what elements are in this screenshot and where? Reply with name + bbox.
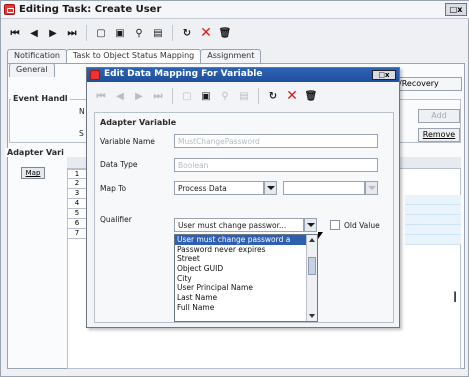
list-scrollbar[interactable] — [306, 235, 317, 321]
next-record-icon[interactable]: ▶ — [131, 88, 147, 104]
dialog-window-controls[interactable]: □x — [372, 70, 396, 80]
map-to-select[interactable]: Process Data — [174, 181, 264, 195]
table-row[interactable] — [405, 225, 461, 235]
tab-task-status-mapping[interactable]: Task to Object Status Mapping — [65, 49, 202, 63]
scroll-thumb[interactable] — [308, 257, 316, 275]
window-title-bar[interactable]: Editing Task: Create User □x — [1, 1, 469, 19]
qualifier-dropdown-list[interactable]: User must change password a Password nev… — [174, 234, 318, 322]
scroll-down-icon[interactable] — [309, 314, 315, 318]
row-number[interactable]: 6 — [67, 219, 87, 229]
row-number[interactable]: 5 — [67, 209, 87, 219]
outer-toolbar: ⏮ ◀ ▶ ⏭ ▢ ▣ ⚲ ▤ ↻ ✕ 🗑 — [7, 21, 233, 45]
qualifier-label: Qualifier — [100, 215, 132, 224]
remove-button[interactable]: Remove — [418, 128, 460, 142]
table-row[interactable] — [405, 205, 461, 215]
old-value-checkbox[interactable] — [330, 220, 340, 230]
variable-name-field[interactable]: MustChangePassword — [174, 134, 378, 148]
list-item[interactable]: Password never expires — [175, 245, 307, 255]
previous-record-icon[interactable]: ◀ — [26, 25, 42, 41]
map-button[interactable]: Map — [21, 167, 45, 179]
map-to-dropdown-arrow[interactable] — [264, 181, 277, 195]
delete-icon[interactable]: ✕ — [198, 25, 214, 41]
qualifier-select[interactable]: User must change passwor... — [174, 218, 304, 232]
data-type-field[interactable]: Boolean — [174, 158, 378, 172]
scroll-up-icon[interactable] — [309, 238, 315, 242]
map-to-secondary-select[interactable] — [283, 181, 365, 195]
dialog-title-bar[interactable]: Edit Data Mapping For Variable □x — [87, 68, 399, 82]
table-row[interactable] — [405, 195, 461, 205]
task-tabs: Notification Task to Object Status Mappi… — [7, 49, 262, 63]
previous-record-icon[interactable]: ◀ — [112, 88, 128, 104]
last-record-icon[interactable]: ⏭ — [64, 25, 80, 41]
delete-icon[interactable]: ✕ — [284, 88, 300, 104]
trash-icon[interactable]: 🗑 — [217, 25, 233, 41]
secondary-dropdown-arrow[interactable] — [365, 181, 378, 195]
toolbar-separator — [258, 88, 259, 104]
window-controls[interactable]: □x — [445, 3, 467, 16]
new-icon[interactable]: ▢ — [93, 25, 109, 41]
chevron-down-icon — [306, 223, 315, 227]
first-record-icon[interactable]: ⏮ — [7, 25, 23, 41]
list-item[interactable]: User must change password a — [175, 235, 307, 245]
row-number[interactable]: 4 — [67, 199, 87, 209]
row-number-column: 1 2 3 4 5 6 7 — [67, 169, 87, 239]
save-icon[interactable]: ▣ — [198, 88, 214, 104]
data-type-label: Data Type — [100, 160, 138, 169]
row-number[interactable]: 7 — [67, 229, 87, 239]
row-number[interactable]: 2 — [67, 179, 87, 189]
adapter-variables-label: Adapter Vari — [5, 148, 66, 157]
toolbar-separator — [172, 25, 173, 41]
list-item[interactable]: Street — [175, 254, 307, 264]
window-title: Editing Task: Create User — [19, 4, 162, 15]
map-to-label: Map To — [100, 184, 127, 193]
tab-assignment[interactable]: Assignment — [200, 49, 262, 63]
tab-general[interactable]: General — [9, 63, 55, 77]
table-row[interactable] — [405, 215, 461, 225]
table-row[interactable] — [405, 235, 461, 245]
dialog-title: Edit Data Mapping For Variable — [104, 69, 263, 79]
find-icon[interactable]: ⚲ — [131, 25, 147, 41]
event-handler-s-label: S — [79, 129, 84, 138]
table-right-rows — [405, 195, 461, 245]
list-item[interactable]: User Principal Name — [175, 283, 307, 293]
clipboard-icon[interactable]: ▤ — [150, 25, 166, 41]
qualifier-dropdown-arrow[interactable] — [304, 218, 317, 232]
tab-notification[interactable]: Notification — [7, 49, 67, 63]
list-item[interactable]: Object GUID — [175, 264, 307, 274]
new-icon[interactable]: ▢ — [179, 88, 195, 104]
row-number[interactable]: 3 — [67, 189, 87, 199]
event-handler-label: Event Handl — [11, 94, 70, 103]
event-handler-n-label: N — [79, 107, 85, 116]
chevron-down-icon — [367, 186, 376, 190]
text-cursor-icon: I — [453, 290, 458, 306]
chevron-down-icon — [266, 186, 275, 190]
mouse-pointer-icon — [318, 232, 323, 239]
refresh-icon[interactable]: ↻ — [265, 88, 281, 104]
row-number[interactable]: 1 — [67, 169, 87, 179]
toolbar-separator — [172, 88, 173, 104]
add-button[interactable]: Add — [418, 109, 460, 123]
first-record-icon[interactable]: ⏮ — [93, 88, 109, 104]
toolbar-separator — [86, 25, 87, 41]
find-icon[interactable]: ⚲ — [217, 88, 233, 104]
clipboard-icon[interactable]: ▤ — [236, 88, 252, 104]
refresh-icon[interactable]: ↻ — [179, 25, 195, 41]
old-value-label: Old Value — [344, 221, 380, 230]
app-icon — [90, 70, 100, 80]
tab-recovery[interactable]: /Recovery — [394, 77, 462, 91]
dialog-toolbar: ⏮ ◀ ▶ ⏭ ▢ ▣ ⚲ ▤ ↻ ✕ 🗑 — [93, 84, 319, 108]
save-icon[interactable]: ▣ — [112, 25, 128, 41]
list-item[interactable]: Last Name — [175, 293, 307, 303]
variable-name-label: Variable Name — [100, 137, 155, 146]
list-item[interactable]: City — [175, 274, 307, 284]
adapter-variable-label: Adapter Variable — [99, 118, 178, 127]
list-item[interactable]: Full Name — [175, 303, 307, 313]
app-icon — [4, 4, 15, 15]
trash-icon[interactable]: 🗑 — [303, 88, 319, 104]
next-record-icon[interactable]: ▶ — [45, 25, 61, 41]
last-record-icon[interactable]: ⏭ — [150, 88, 166, 104]
